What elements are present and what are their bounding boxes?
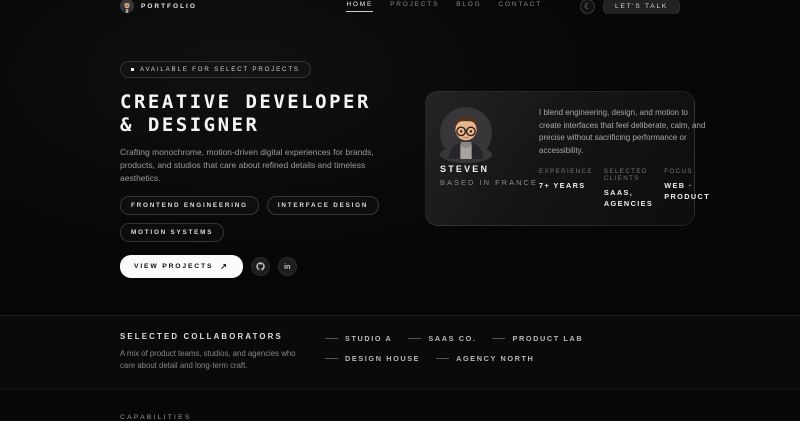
arrow-up-right-icon: ↗ <box>220 262 229 271</box>
brand-name: PORTFOLIO <box>141 3 197 10</box>
collaborators-list: STUDIO A SAAS CO. PRODUCT LAB DESIGN HOU… <box>325 334 625 363</box>
tag-motion-systems[interactable]: MOTION SYSTEMS <box>120 223 224 242</box>
title-line-1: CREATIVE DEVELOPER <box>120 91 371 113</box>
nav-links: HOME PROJECTS BLOG CONTACT <box>346 1 542 12</box>
profile-location: BASED IN FRANCE <box>440 178 528 187</box>
hero-actions: VIEW PROJECTS ↗ in <box>120 255 407 278</box>
stat-value: WEB · PRODUCT <box>664 180 710 202</box>
lets-talk-button[interactable]: LET'S TALK <box>603 0 680 14</box>
dash-divider <box>325 338 338 339</box>
list-item: DESIGN HOUSE <box>325 354 420 363</box>
nav-link-blog[interactable]: BLOG <box>456 1 481 12</box>
top-navigation: PORTFOLIO HOME PROJECTS BLOG CONTACT ☾ L… <box>0 0 800 14</box>
capabilities-eyebrow: CAPABILITIES <box>120 414 254 421</box>
view-projects-button[interactable]: VIEW PROJECTS ↗ <box>120 255 243 278</box>
list-item: SAAS CO. <box>408 334 476 343</box>
availability-badge: AVAILABLE FOR SELECT PROJECTS <box>120 61 311 78</box>
profile-avatar <box>440 146 492 163</box>
nav-controls: ☾ LET'S TALK <box>580 0 680 14</box>
github-button[interactable] <box>251 257 270 276</box>
capabilities-section: CAPABILITIES HOW I CAN HELP From early-s… <box>0 389 800 421</box>
stat-value: SAAS, AGENCIES <box>604 187 653 209</box>
collaborator-name: STUDIO A <box>345 334 392 343</box>
github-icon <box>256 262 265 271</box>
view-projects-label: VIEW PROJECTS <box>134 263 213 270</box>
dash-divider <box>436 358 449 359</box>
list-item: AGENCY NORTH <box>436 354 534 363</box>
profile-stats: EXPERIENCE 7+ YEARS SELECTED CLIENTS SAA… <box>539 168 710 209</box>
collaborators-description: A mix of product teams, studios, and age… <box>120 348 310 371</box>
nav-link-contact[interactable]: CONTACT <box>498 1 542 12</box>
dash-divider <box>492 338 505 339</box>
stat-experience: EXPERIENCE 7+ YEARS <box>539 168 593 209</box>
stat-label: SELECTED CLIENTS <box>604 168 653 182</box>
stat-value: 7+ YEARS <box>539 180 593 191</box>
collaborators-title: SELECTED COLLABORATORS <box>120 332 325 341</box>
stat-label: FOCUS <box>664 168 710 175</box>
badge-label: AVAILABLE FOR SELECT PROJECTS <box>140 66 300 73</box>
stat-focus: FOCUS WEB · PRODUCT <box>664 168 710 209</box>
hero-section: AVAILABLE FOR SELECT PROJECTS CREATIVE D… <box>120 14 680 315</box>
hero-copy: AVAILABLE FOR SELECT PROJECTS CREATIVE D… <box>120 58 407 278</box>
linkedin-icon: in <box>284 262 291 271</box>
list-item: PRODUCT LAB <box>492 334 583 343</box>
collaborators-section: SELECTED COLLABORATORS A mix of product … <box>0 315 800 389</box>
list-item: STUDIO A <box>325 334 392 343</box>
brand-logo[interactable]: PORTFOLIO <box>120 0 197 13</box>
badge-dot-icon <box>131 68 134 71</box>
collaborator-name: SAAS CO. <box>428 334 476 343</box>
tag-frontend-engineering[interactable]: FRONTEND ENGINEERING <box>120 196 259 215</box>
collaborators-intro: SELECTED COLLABORATORS A mix of product … <box>120 332 325 371</box>
profile-name: STEVEN <box>440 164 528 174</box>
profile-card: STEVEN BASED IN FRANCE I blend engineeri… <box>425 91 695 226</box>
skill-tags: FRONTEND ENGINEERING INTERFACE DESIGN MO… <box>120 196 380 242</box>
capabilities-heading: CAPABILITIES HOW I CAN HELP <box>120 414 254 421</box>
stat-label: EXPERIENCE <box>539 168 593 175</box>
page-title: CREATIVE DEVELOPER & DESIGNER <box>120 91 407 137</box>
nav-link-projects[interactable]: PROJECTS <box>390 1 439 12</box>
linkedin-button[interactable]: in <box>278 257 297 276</box>
collaborator-name: PRODUCT LAB <box>512 334 583 343</box>
tag-interface-design[interactable]: INTERFACE DESIGN <box>267 196 379 215</box>
nav-link-home[interactable]: HOME <box>346 1 373 12</box>
dash-divider <box>325 358 338 359</box>
title-line-2: & DESIGNER <box>120 114 259 136</box>
profile-details: I blend engineering, design, and motion … <box>539 107 710 209</box>
hero-description: Crafting monochrome, motion-driven digit… <box>120 146 402 185</box>
profile-bio: I blend engineering, design, and motion … <box>539 107 710 157</box>
brand-avatar-icon <box>120 0 134 13</box>
collaborator-name: DESIGN HOUSE <box>345 354 420 363</box>
theme-toggle-moon-icon[interactable]: ☾ <box>580 0 595 14</box>
portfolio-page: PORTFOLIO HOME PROJECTS BLOG CONTACT ☾ L… <box>0 0 800 421</box>
dash-divider <box>408 338 421 339</box>
stat-selected-clients: SELECTED CLIENTS SAAS, AGENCIES <box>604 168 653 209</box>
collaborator-name: AGENCY NORTH <box>456 354 534 363</box>
profile-identity: STEVEN BASED IN FRANCE <box>440 107 528 209</box>
